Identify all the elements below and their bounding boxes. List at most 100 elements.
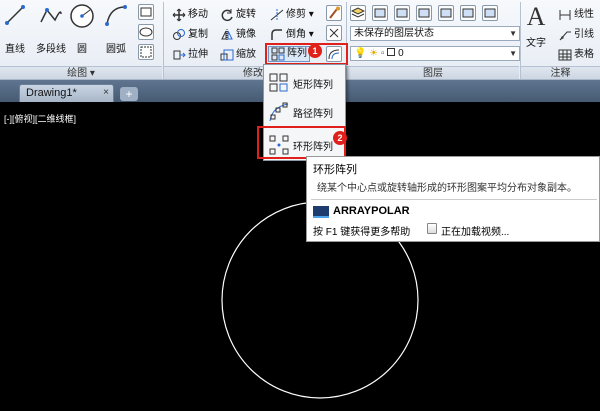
dimension-icon	[559, 10, 571, 20]
trim-tool[interactable]: 修剪 ▾	[270, 8, 314, 22]
circle-icon	[70, 4, 94, 28]
path-array-label: 路径阵列	[293, 108, 333, 120]
step-badge-2: 2	[333, 131, 347, 145]
rectangular-array-label: 矩形阵列	[293, 79, 333, 91]
arc-tool[interactable]: 圆弧	[104, 4, 128, 55]
rotate-tool[interactable]: 旋转	[220, 8, 256, 22]
tab-drawing1[interactable]: Drawing1* ×	[19, 84, 114, 102]
stretch-icon	[173, 50, 186, 60]
video-icon	[427, 223, 437, 234]
unlock-icon: ▫	[380, 48, 385, 59]
menu-item-path-array[interactable]: 路径阵列	[268, 98, 346, 126]
ellipse-button[interactable]	[138, 24, 154, 40]
fillet-tool[interactable]: 倒角 ▾	[270, 28, 314, 42]
move-label: 移动	[188, 9, 208, 20]
scale-label: 缩放	[236, 49, 256, 60]
layer-color-swatch	[387, 48, 396, 56]
brush-icon	[329, 6, 340, 19]
layer-state-dropdown[interactable]: 未保存的图层状态 ▼	[350, 26, 520, 41]
tooltip-title: 环形阵列	[313, 164, 357, 176]
rotate-label: 旋转	[236, 9, 256, 20]
layer-state-value: 未保存的图层状态	[354, 28, 434, 39]
mirror-icon	[221, 29, 233, 41]
match-properties-button[interactable]	[326, 5, 342, 21]
chevron-down-icon: ▼	[509, 29, 517, 38]
table-tool[interactable]: 表格	[558, 48, 594, 62]
circle-label: 圆	[77, 44, 87, 55]
layer-stack-icon	[484, 8, 496, 18]
sun-icon: ☀	[369, 48, 379, 59]
linear-dimension-tool[interactable]: 线性	[558, 8, 594, 22]
table-label: 表格	[574, 49, 594, 60]
layer-tool-2[interactable]	[394, 5, 410, 21]
scale-icon	[220, 49, 234, 61]
rotate-icon	[221, 9, 233, 22]
tooltip-description: 绕某个中心点或旋转轴形成的环形图案平均分布对象副本。	[317, 183, 577, 194]
new-tab-button[interactable]: +	[120, 87, 138, 101]
rectangular-array-icon	[269, 73, 288, 92]
rectangle-icon	[140, 7, 152, 17]
scale-tool[interactable]: 缩放	[220, 48, 256, 62]
draw-panel-label[interactable]: 绘图 ▾	[0, 66, 162, 79]
lightbulb-icon: 💡	[354, 48, 367, 59]
layers-panel-label[interactable]: 图层	[347, 66, 519, 79]
menu-item-rectangular-array[interactable]: 矩形阵列	[268, 69, 346, 97]
polar-array-highlight	[257, 126, 346, 159]
layer-stack-icon	[462, 8, 474, 18]
arc-label: 圆弧	[106, 44, 126, 55]
layer-tool-6[interactable]	[482, 5, 498, 21]
layers-icon	[350, 7, 366, 18]
copy-tool[interactable]: 复制	[172, 28, 208, 42]
layer-stack-icon	[396, 8, 408, 18]
line-tool[interactable]: 直线	[4, 4, 26, 55]
layer-stack-icon	[440, 8, 452, 18]
stretch-tool[interactable]: 拉伸	[172, 48, 208, 62]
chevron-down-icon: ▼	[509, 49, 517, 58]
explode-button[interactable]	[326, 25, 342, 41]
mirror-tool[interactable]: 镜像	[220, 28, 256, 42]
trim-label: 修剪 ▾	[286, 9, 314, 20]
layer-tool-5[interactable]	[460, 5, 476, 21]
annotation-panel-label[interactable]: 注释	[521, 66, 600, 79]
circle-tool[interactable]: 圆	[68, 2, 96, 55]
layer-tool-4[interactable]	[438, 5, 454, 21]
text-label: 文字	[526, 38, 546, 49]
text-tool[interactable]: A 文字	[526, 2, 546, 50]
line-label: 直线	[5, 44, 25, 55]
linear-label: 线性	[574, 9, 594, 20]
tooltip-video-status: 正在加载视频...	[441, 227, 510, 238]
layer-stack-icon	[418, 8, 430, 18]
layer-tool-3[interactable]	[416, 5, 432, 21]
leader-icon	[559, 31, 571, 41]
layer-stack-icon	[374, 8, 386, 18]
tooltip-help: 按 F1 键获得更多帮助	[313, 227, 411, 238]
polyline-tool[interactable]: 多段线	[36, 4, 66, 55]
layer-value: 0	[398, 48, 404, 59]
viewport-controls-label[interactable]: [-][俯视][二维线框]	[4, 112, 76, 125]
text-icon: A	[526, 2, 546, 31]
move-tool[interactable]: 移动	[172, 8, 208, 22]
layer-tool-1[interactable]	[372, 5, 388, 21]
close-icon[interactable]: ×	[103, 85, 109, 101]
stretch-label: 拉伸	[188, 49, 208, 60]
hatch-icon	[140, 46, 152, 58]
copy-label: 复制	[188, 29, 208, 40]
command-icon	[313, 206, 329, 218]
polyline-label: 多段线	[36, 44, 66, 55]
hatch-button[interactable]	[138, 44, 154, 60]
tooltip-divider	[311, 199, 597, 200]
table-icon	[558, 49, 572, 61]
rectangle-button[interactable]	[138, 4, 154, 20]
layer-dropdown[interactable]: 💡 ☀ ▫ 0 ▼	[350, 46, 520, 61]
explode-icon	[329, 28, 339, 38]
line-icon	[5, 5, 25, 25]
copy-icon	[173, 29, 185, 40]
fillet-label: 倒角 ▾	[286, 29, 314, 40]
polyline-icon	[40, 8, 62, 23]
step-badge-1: 1	[308, 44, 322, 58]
layer-properties-button[interactable]	[350, 5, 366, 21]
move-icon	[172, 8, 186, 22]
tooltip-command: ARRAYPOLAR	[333, 205, 410, 217]
leader-tool[interactable]: 引线	[558, 28, 594, 42]
polar-array-tooltip: 环形阵列 绕某个中心点或旋转轴形成的环形图案平均分布对象副本。 ARRAYPOL…	[306, 156, 600, 242]
